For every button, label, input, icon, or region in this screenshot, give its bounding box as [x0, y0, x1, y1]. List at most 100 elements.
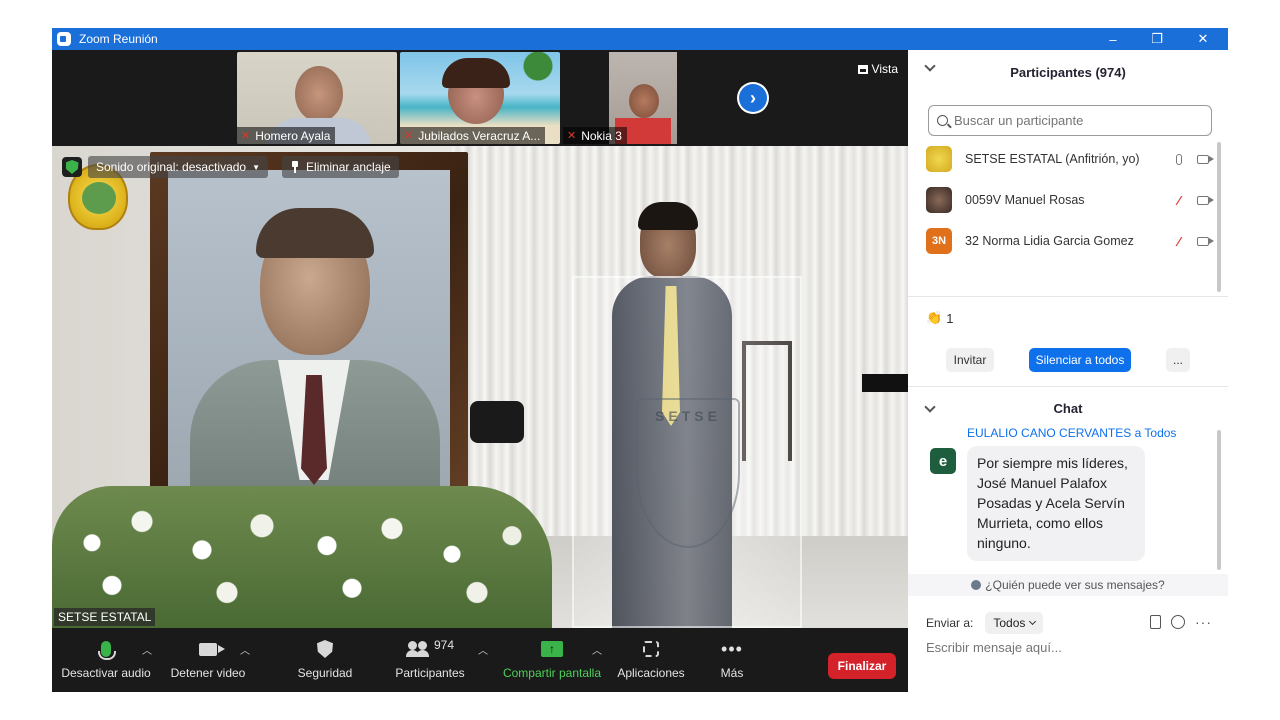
logo-emblem — [82, 182, 116, 214]
main-video: SETSE Sonido original: desactivado ▼ Eli… — [52, 146, 908, 628]
divider — [908, 386, 1228, 387]
participant-row[interactable]: SETSE ESTATAL (Anfitrión, yo) — [926, 142, 1214, 176]
close-button[interactable]: ✕ — [1180, 28, 1226, 50]
restore-button[interactable]: ❐ — [1134, 28, 1180, 50]
chat-header: Chat — [908, 390, 1228, 426]
invite-button[interactable]: Invitar — [946, 348, 994, 372]
send-to-dropdown[interactable]: Todos — [985, 612, 1044, 634]
participants-header: Participantes (974) — [908, 50, 1228, 94]
participant-thumbnail[interactable]: ✕ Homero Ayala — [237, 52, 397, 144]
share-options-caret[interactable]: ︿ — [592, 642, 602, 657]
participant-face — [295, 66, 343, 122]
video-camera-icon — [199, 642, 225, 656]
who-can-see-label: ¿Quién puede ver sus mensajes? — [985, 578, 1165, 592]
stop-video-button[interactable]: Detener video — [168, 636, 248, 688]
participant-avatar: 3N — [926, 228, 952, 254]
more-dots-icon[interactable]: ··· — [1195, 614, 1212, 630]
chat-title: Chat — [1053, 400, 1083, 416]
mute-all-button[interactable]: Silenciar a todos — [1029, 348, 1131, 372]
participant-name: SETSE ESTATAL (Anfitrión, yo) — [965, 152, 1140, 166]
thumbnail-nameplate: ✕ Jubilados Veracruz A... — [400, 127, 546, 144]
chat-message-input[interactable] — [926, 636, 1216, 658]
microphone-muted-icon[interactable]: ⁄ — [1178, 193, 1180, 208]
podium-logo: SETSE — [636, 398, 740, 548]
more-options-button[interactable]: ... — [1166, 348, 1190, 372]
meeting-toolbar: Desactivar audio ︿ Detener video ︿ Segur… — [52, 628, 908, 692]
security-button[interactable]: Seguridad — [292, 636, 358, 688]
video-overlay-controls: Sonido original: desactivado ▼ Eliminar … — [62, 155, 399, 179]
more-label: Más — [720, 666, 744, 680]
unpin-button[interactable]: Eliminar anclaje — [282, 156, 399, 178]
window-title: Zoom Reunión — [79, 32, 158, 46]
video-area: ✕ Homero Ayala ✕ Jubilados Veracruz A...… — [52, 50, 908, 628]
who-can-see-link[interactable]: ¿Quién puede ver sus mensajes? — [908, 574, 1228, 596]
apps-button[interactable]: Aplicaciones — [616, 636, 686, 688]
apps-icon — [643, 641, 659, 657]
mic-muted-icon: ✕ — [567, 130, 577, 142]
encryption-shield-icon[interactable] — [62, 157, 82, 177]
send-to-row: Enviar a: Todos — [926, 612, 1044, 634]
thumbnail-nameplate: ✕ Homero Ayala — [237, 127, 336, 144]
stop-video-label: Detener video — [170, 666, 246, 680]
video-camera-icon[interactable] — [1197, 195, 1214, 205]
speaker-hair — [638, 202, 698, 230]
original-sound-toggle[interactable]: Sonido original: desactivado ▼ — [88, 156, 269, 178]
person-icon — [971, 580, 982, 590]
thumbnail-name: Jubilados Veracruz A... — [418, 128, 541, 143]
unpin-label: Eliminar anclaje — [306, 160, 391, 174]
participant-avatar — [926, 187, 952, 213]
more-button[interactable]: ••• Más — [712, 636, 752, 688]
next-page-button[interactable]: › — [737, 82, 769, 114]
reaction-count: 1 — [946, 310, 954, 326]
flower-arrangement — [52, 486, 552, 628]
chat-sender: EULALIO CANO CERVANTES a Todos — [967, 426, 1177, 440]
backpack — [470, 401, 524, 443]
participants-button[interactable]: 974 Participantes — [392, 636, 468, 688]
participant-row[interactable]: 3N 32 Norma Lidia Garcia Gomez ⁄ — [926, 224, 1214, 258]
microphone-icon — [98, 641, 116, 660]
microphone-muted-icon[interactable]: ⁄ — [1178, 234, 1180, 249]
end-meeting-button[interactable]: Finalizar — [828, 653, 896, 679]
participant-row[interactable]: 0059V Manuel Rosas ⁄ — [926, 183, 1214, 217]
security-label: Seguridad — [297, 666, 353, 680]
pin-icon — [290, 161, 300, 173]
zoom-window: Zoom Reunión – ❐ ✕ ✕ Homero Ayala ✕ Jubi — [52, 28, 1228, 692]
file-icon[interactable] — [1150, 615, 1161, 629]
apps-label: Aplicaciones — [617, 666, 685, 680]
mute-button[interactable]: Desactivar audio — [61, 636, 151, 688]
chat-tools: ··· — [1150, 614, 1212, 630]
view-button[interactable]: Vista — [857, 62, 898, 76]
participant-name: 0059V Manuel Rosas — [965, 193, 1085, 207]
participant-search[interactable] — [928, 105, 1212, 136]
microphone-icon[interactable] — [1176, 153, 1182, 165]
collapse-chevron-icon[interactable] — [924, 60, 936, 72]
video-camera-icon[interactable] — [1197, 154, 1214, 164]
shield-icon — [317, 640, 333, 658]
search-input[interactable] — [954, 113, 1194, 128]
share-arrow-icon: ↑ — [541, 641, 563, 657]
video-options-caret[interactable]: ︿ — [240, 642, 250, 657]
collapse-chevron-icon[interactable] — [924, 401, 936, 413]
mic-muted-icon: ✕ — [241, 130, 251, 142]
thumbnail-name: Homero Ayala — [255, 128, 331, 143]
side-panel: Participantes (974) SETSE ESTATAL (Anfit… — [908, 50, 1228, 692]
participants-title: Participantes (974) — [1010, 64, 1126, 80]
participants-scrollbar[interactable] — [1217, 142, 1221, 292]
participants-options-caret[interactable]: ︿ — [478, 642, 488, 657]
more-dots-icon: ••• — [721, 639, 743, 659]
participant-name: 32 Norma Lidia Garcia Gomez — [965, 234, 1134, 248]
share-label: Compartir pantalla — [502, 666, 602, 680]
audio-options-caret[interactable]: ︿ — [142, 642, 152, 657]
minimize-button[interactable]: – — [1090, 28, 1136, 50]
participant-face — [629, 84, 659, 118]
participants-label: Participantes — [395, 666, 465, 680]
emoji-icon[interactable] — [1171, 615, 1185, 629]
video-camera-icon[interactable] — [1197, 236, 1214, 246]
participant-thumbnail[interactable]: ✕ Nokia 3 — [563, 52, 723, 144]
view-label: Vista — [871, 62, 898, 76]
chat-scrollbar[interactable] — [1217, 430, 1221, 570]
participant-thumbnail[interactable]: ✕ Jubilados Veracruz A... — [400, 52, 560, 144]
send-to-label: Enviar a: — [926, 616, 974, 630]
clapping-hands-icon: 👏 — [926, 310, 943, 325]
share-screen-button[interactable]: ↑ Compartir pantalla — [500, 636, 604, 688]
